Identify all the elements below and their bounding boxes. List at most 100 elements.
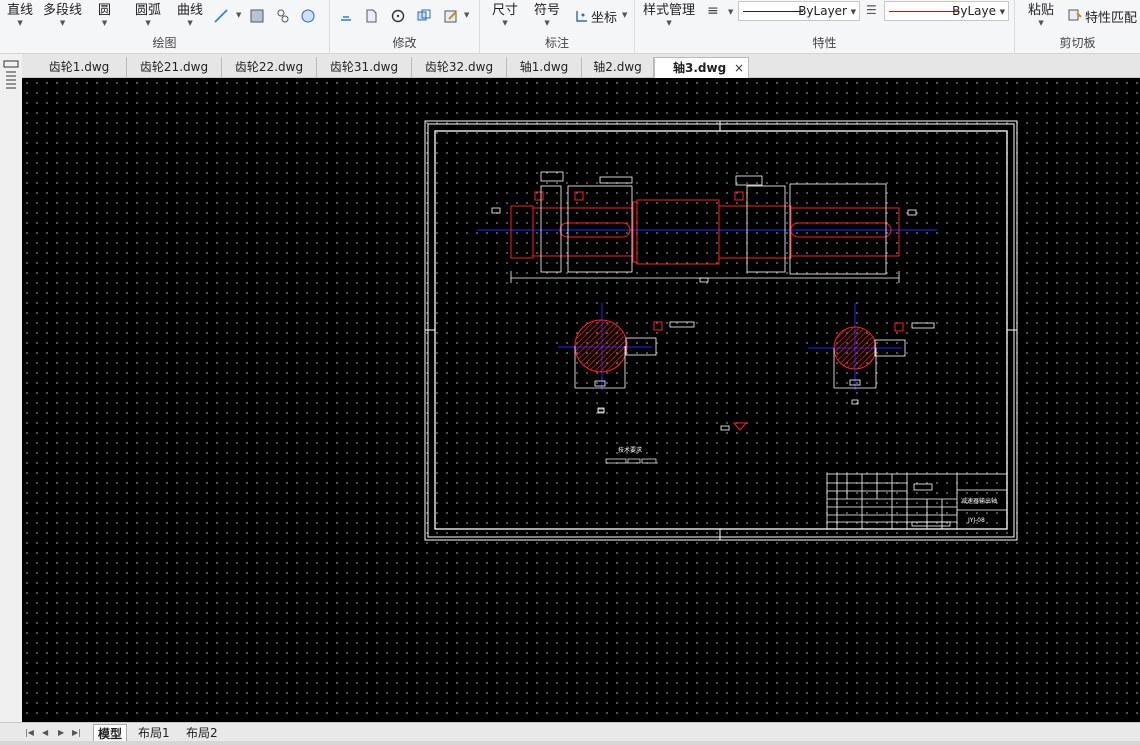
tab-gear31[interactable]: 齿轮31.dwg <box>317 57 412 78</box>
tab-shaft1[interactable]: 轴1.dwg <box>507 57 582 78</box>
chevron-down-icon[interactable]: ▼ <box>622 11 627 19</box>
chevron-down-icon: ▼ <box>502 19 508 27</box>
chevron-down-icon[interactable]: ▼ <box>464 11 469 19</box>
line-label: 直线 <box>7 3 34 18</box>
shaft-main-view <box>477 171 937 283</box>
ribbon-group-modify: ▼ 修改 <box>330 0 480 54</box>
polyline-button[interactable]: 多段线 ▼ <box>43 0 82 27</box>
linetype-value: ByLayer <box>798 4 847 18</box>
linetype-preview <box>743 11 803 12</box>
region-icon[interactable] <box>275 8 291 24</box>
dimension-button[interactable]: 尺寸 ▼ <box>492 0 518 27</box>
document-tabs: 齿轮1.dwg 齿轮21.dwg 齿轮22.dwg 齿轮31.dwg 齿轮32.… <box>22 54 1140 78</box>
polyline-label: 多段线 <box>43 3 83 18</box>
technical-requirements: 技术要求 <box>597 408 657 464</box>
circle-button[interactable]: 圆 ▼ <box>98 0 111 27</box>
lineweight-icon: ☰ <box>866 3 877 17</box>
tech-requirements-title: 技术要求 <box>618 446 642 454</box>
edit-icon[interactable] <box>443 8 459 24</box>
draw-group-label: 绘图 <box>152 36 177 50</box>
symbol-button[interactable]: 符号 ▼ <box>534 0 560 27</box>
chevron-down-icon: ▼ <box>999 8 1005 16</box>
boundary-icon[interactable] <box>300 8 316 24</box>
move-icon[interactable] <box>338 8 354 24</box>
line-button[interactable]: 直线 ▼ <box>7 0 33 27</box>
horizontal-scrollbar[interactable] <box>0 741 1140 745</box>
close-icon[interactable]: × <box>734 58 744 78</box>
ribbon-group-clipboard: 粘贴 ▼ 特性匹配 剪切板 <box>1015 0 1140 54</box>
lineweight-select[interactable]: ByLaye ▼ <box>884 1 1009 21</box>
paste-button[interactable]: 粘贴 ▼ <box>1028 0 1054 27</box>
tab-label: 齿轮22.dwg <box>234 60 304 74</box>
drawing-sheet: 技术要求 减速器输出轴 JYJ-08 <box>424 120 1018 541</box>
section-view-left <box>558 303 695 413</box>
chevron-down-icon: ▼ <box>850 8 856 16</box>
property-palette-icon[interactable] <box>3 60 19 94</box>
left-tool-strip <box>0 54 22 745</box>
next-layout-icon[interactable]: ▶ <box>58 728 64 737</box>
tab-label: 齿轮1.dwg <box>48 60 110 74</box>
drawing-canvas[interactable]: 技术要求 减速器输出轴 JYJ-08 <box>22 78 1140 722</box>
prev-layout-icon[interactable]: ◀ <box>42 728 48 737</box>
ribbon-group-annotate: 尺寸 ▼ 符号 ▼ 坐标 ▼ 标注 <box>480 0 635 54</box>
tab-gear32[interactable]: 齿轮32.dwg <box>412 57 507 78</box>
layout-tab-model[interactable]: 模型 <box>93 724 128 742</box>
chevron-down-icon[interactable]: ▼ <box>236 11 241 19</box>
last-layout-icon[interactable]: ▶| <box>72 728 81 737</box>
tab-gear21[interactable]: 齿轮21.dwg <box>127 57 222 78</box>
layout-tab-bar: |◀ ◀ ▶ ▶| 模型 布局1 布局2 <box>0 722 1140 745</box>
ribbon: 直线 ▼ 多段线 ▼ 圆 ▼ 圆弧 ▼ 曲线 ▼ ▼ 绘图 ▼ 修改 尺寸 ▼ … <box>0 0 1140 54</box>
annotate-group-label: 标注 <box>544 36 569 50</box>
copy-icon[interactable] <box>363 8 379 24</box>
symbol-label: 符号 <box>534 3 561 18</box>
style-manager-button[interactable]: 样式管理 ▼ <box>643 0 695 27</box>
sheet-border <box>424 120 1018 541</box>
tab-label: 轴3.dwg <box>673 61 727 75</box>
layout-tab-layout1[interactable]: 布局1 <box>138 724 170 742</box>
tab-shaft2[interactable]: 轴2.dwg <box>582 57 654 78</box>
layout-tab-label: 模型 <box>98 727 123 741</box>
hatch-icon[interactable] <box>249 8 265 24</box>
tab-label: 齿轮32.dwg <box>424 60 494 74</box>
coordinate-button[interactable]: 坐标 <box>591 7 617 26</box>
tab-label: 轴1.dwg <box>519 60 569 74</box>
tab-gear1[interactable]: 齿轮1.dwg <box>32 57 127 78</box>
tab-label: 齿轮31.dwg <box>329 60 399 74</box>
chevron-down-icon: ▼ <box>544 19 550 27</box>
tab-gear22[interactable]: 齿轮22.dwg <box>222 57 317 78</box>
circle-label: 圆 <box>98 3 112 18</box>
chevron-down-icon: ▼ <box>101 19 108 27</box>
chevron-down-icon: ▼ <box>1038 19 1044 27</box>
layout-tab-layout2[interactable]: 布局2 <box>186 724 218 742</box>
chevron-down-icon: ▼ <box>666 19 672 27</box>
match-properties-button[interactable]: 特性匹配 <box>1085 7 1137 26</box>
layout-tab-label: 布局2 <box>186 726 218 740</box>
tab-label: 齿轮21.dwg <box>139 60 209 74</box>
first-layout-icon[interactable]: |◀ <box>25 728 34 737</box>
array-icon[interactable] <box>416 8 432 24</box>
list-icon[interactable]: ≡ <box>707 3 719 19</box>
title-block-code: JYJ-08 <box>967 517 985 524</box>
ribbon-group-properties: 样式管理 ▼ ≡ ▼ ByLayer ▼ ☰ ByLaye ▼ 特性 <box>635 0 1015 54</box>
chevron-down-icon[interactable]: ▼ <box>728 8 733 16</box>
linetype-select[interactable]: ByLayer ▼ <box>738 1 860 21</box>
curve-label: 曲线 <box>177 3 204 18</box>
dimension-label: 尺寸 <box>492 3 519 18</box>
chevron-down-icon: ▼ <box>17 19 23 27</box>
roughness-symbol <box>720 422 748 431</box>
lineweight-preview <box>889 11 959 12</box>
match-properties-icon[interactable] <box>1067 7 1083 23</box>
clipboard-group-label: 剪切板 <box>1059 36 1096 50</box>
tab-shaft3[interactable]: 轴3.dwg × <box>654 57 749 78</box>
arc-label: 圆弧 <box>135 3 162 18</box>
section-view-right <box>808 303 935 405</box>
coordinate-icon[interactable] <box>574 8 590 24</box>
chevron-down-icon: ▼ <box>59 19 66 27</box>
construction-line-icon[interactable] <box>213 8 229 24</box>
curve-button[interactable]: 曲线 ▼ <box>177 0 203 27</box>
lineweight-value: ByLaye <box>952 4 996 18</box>
rotate-icon[interactable] <box>390 8 406 24</box>
chevron-down-icon: ▼ <box>187 19 193 27</box>
paste-label: 粘贴 <box>1028 3 1055 18</box>
arc-button[interactable]: 圆弧 ▼ <box>135 0 161 27</box>
